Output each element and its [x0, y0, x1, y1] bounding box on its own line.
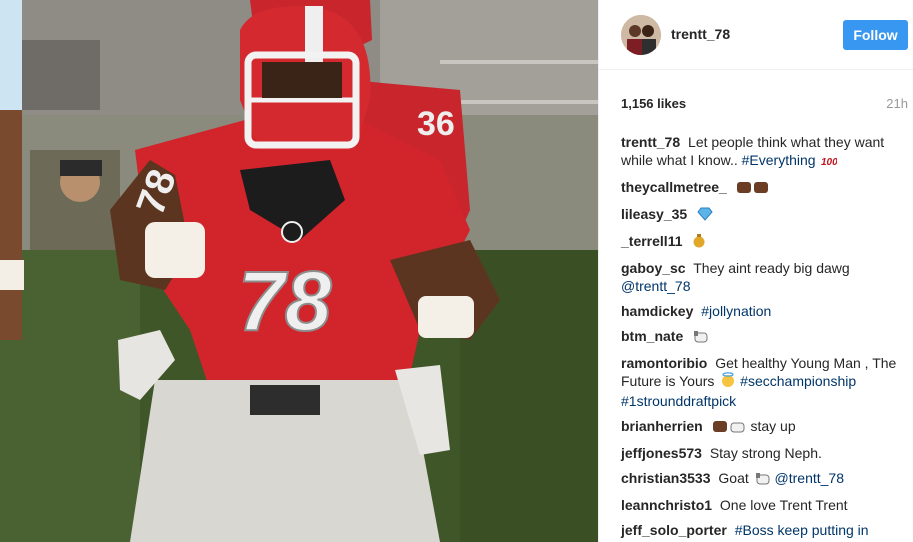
comment-username[interactable]: hamdickey	[621, 303, 693, 319]
comments-list: trentt_78 Let people think what they wan…	[621, 133, 897, 542]
comment-item: leannchristo1 One love Trent Trent	[621, 496, 897, 514]
comment-text: One love Trent Trent	[719, 497, 848, 513]
comment-item: jeff_solo_porter #Boss keep putting in	[621, 521, 897, 539]
likes-count[interactable]: 1,156 likes	[621, 96, 686, 111]
comment-item: theycallmetree_	[621, 178, 897, 198]
post-header: trentt_78 Follow	[599, 0, 913, 70]
comment-item: btm_nate	[621, 327, 897, 347]
dog-icon	[693, 329, 709, 347]
football-player-image: 36 78 78	[0, 0, 598, 542]
dog-icon	[755, 471, 771, 489]
post-photo[interactable]: 36 78 78	[0, 0, 598, 542]
mention-link[interactable]: @trentt_78	[621, 278, 690, 294]
comment-username[interactable]: ramontoribio	[621, 355, 707, 371]
comment-username[interactable]: brianherrien	[621, 418, 703, 434]
comment-item: _terrell11	[621, 232, 897, 252]
comment-item: ramontoribio Get healthy Young Man , The…	[621, 354, 897, 410]
raised-fist-icon	[736, 180, 769, 198]
raised-fist-icon	[712, 419, 747, 437]
halo-face-icon	[720, 372, 736, 392]
comment-username[interactable]: leannchristo1	[621, 497, 712, 513]
comment-item: brianherrien stay up	[621, 417, 897, 437]
follow-button[interactable]: Follow	[843, 20, 908, 50]
hashtag-link[interactable]: #Boss keep putting in	[735, 522, 869, 538]
comment-username[interactable]: christian3533	[621, 470, 711, 486]
comment-text: stay up	[750, 418, 796, 434]
money-bag-icon	[692, 233, 706, 252]
comment-text: Goat	[718, 470, 749, 486]
comment-username[interactable]: jeffjones573	[621, 445, 702, 461]
comment-item: trentt_78 Let people think what they wan…	[621, 133, 897, 171]
post-time[interactable]: 21h	[886, 96, 908, 111]
svg-text:100: 100	[821, 157, 837, 167]
comment-username[interactable]: trentt_78	[621, 134, 680, 150]
comment-item: christian3533 Goat @trentt_78	[621, 469, 897, 489]
comment-username[interactable]: jeff_solo_porter	[621, 522, 727, 538]
gem-icon	[697, 207, 713, 225]
comment-username[interactable]: gaboy_sc	[621, 260, 686, 276]
comment-username[interactable]: lileasy_35	[621, 206, 687, 222]
svg-text:78: 78	[238, 254, 332, 348]
likes-row: 1,156 likes 21h	[621, 96, 908, 112]
comment-item: hamdickey #jollynation	[621, 302, 897, 320]
comment-item: lileasy_35	[621, 205, 897, 225]
comment-item: jeffjones573 Stay strong Neph.	[621, 444, 897, 462]
comment-username[interactable]: _terrell11	[621, 233, 683, 249]
hundred-points-icon: 100	[821, 153, 838, 171]
hashtag-link[interactable]: #jollynation	[701, 303, 771, 319]
comment-username[interactable]: btm_nate	[621, 328, 683, 344]
comment-username[interactable]: theycallmetree_	[621, 179, 727, 195]
avatar-image	[621, 15, 661, 55]
username-link[interactable]: trentt_78	[671, 26, 730, 42]
comment-item: gaboy_sc They aint ready big dawg @trent…	[621, 259, 897, 295]
mention-link[interactable]: @trentt_78	[775, 470, 844, 486]
svg-text:36: 36	[417, 105, 455, 143]
hashtag-link[interactable]: #Everything	[742, 152, 816, 168]
post-sidebar: trentt_78 Follow 1,156 likes 21h trentt_…	[598, 0, 913, 542]
avatar[interactable]	[621, 15, 661, 55]
comment-text: They aint ready big dawg	[693, 260, 850, 276]
comment-text: Stay strong Neph.	[709, 445, 822, 461]
